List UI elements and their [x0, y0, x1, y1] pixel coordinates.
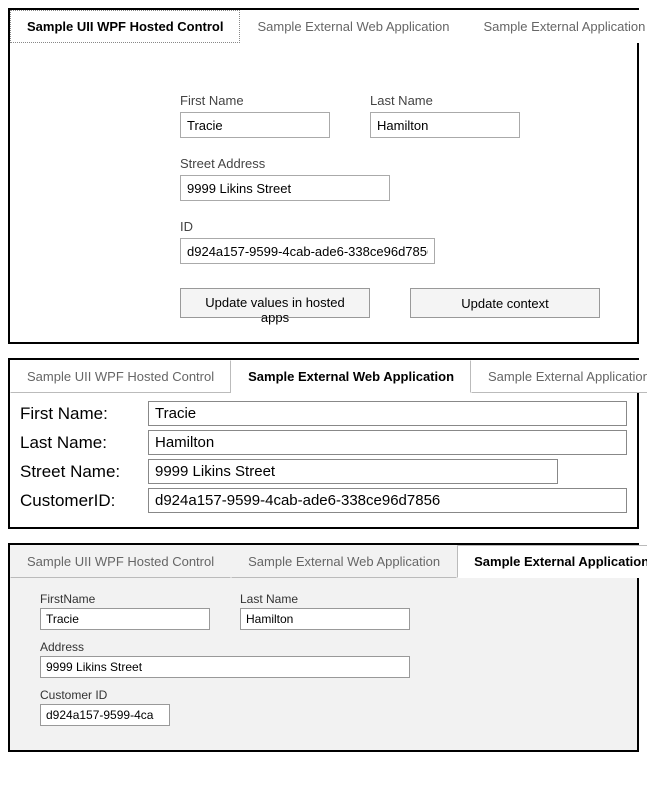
tab-wpf[interactable]: Sample UII WPF Hosted Control: [10, 10, 240, 43]
tab-bar: Sample UII WPF Hosted Control Sample Ext…: [10, 10, 637, 43]
tab-wpf[interactable]: Sample UII WPF Hosted Control: [10, 360, 231, 393]
panel-external-application: Sample UII WPF Hosted Control Sample Ext…: [8, 543, 639, 752]
street-address-label: Street Address: [180, 156, 390, 171]
panel-wpf-hosted-control: Sample UII WPF Hosted Control Sample Ext…: [8, 8, 639, 344]
tab-bar: Sample UII WPF Hosted Control Sample Ext…: [10, 545, 637, 578]
first-name-label: FirstName: [40, 592, 210, 606]
street-address-input[interactable]: [180, 175, 390, 201]
panel2-body: First Name: Last Name: Street Name: Cust…: [10, 393, 637, 527]
update-context-button[interactable]: Update context: [410, 288, 600, 318]
tab-ext[interactable]: Sample External Application: [457, 545, 647, 578]
address-label: Address: [40, 640, 410, 654]
customer-id-label: Customer ID: [40, 688, 170, 702]
tab-wpf[interactable]: Sample UII WPF Hosted Control: [10, 545, 231, 578]
tab-ext[interactable]: Sample External Application: [471, 360, 647, 393]
tab-bar: Sample UII WPF Hosted Control Sample Ext…: [10, 360, 637, 393]
tab-web[interactable]: Sample External Web Application: [231, 545, 457, 578]
first-name-input[interactable]: [148, 401, 627, 426]
last-name-label: Last Name: [370, 93, 520, 108]
tab-web[interactable]: Sample External Web Application: [240, 10, 466, 43]
id-label: ID: [180, 219, 435, 234]
address-input[interactable]: [40, 656, 410, 678]
panel1-body: First Name Last Name Street Address ID U…: [10, 43, 637, 342]
customer-id-label: CustomerID:: [20, 491, 148, 511]
tab-ext[interactable]: Sample External Application: [466, 10, 647, 43]
tab-web[interactable]: Sample External Web Application: [231, 360, 471, 393]
street-name-input[interactable]: [148, 459, 558, 484]
first-name-label: First Name: [180, 93, 330, 108]
update-hosted-apps-button[interactable]: Update values in hosted apps: [180, 288, 370, 318]
id-input[interactable]: [180, 238, 435, 264]
last-name-input[interactable]: [370, 112, 520, 138]
customer-id-input[interactable]: [40, 704, 170, 726]
customer-id-input[interactable]: [148, 488, 627, 513]
last-name-label: Last Name:: [20, 433, 148, 453]
first-name-input[interactable]: [180, 112, 330, 138]
street-name-label: Street Name:: [20, 462, 148, 482]
panel3-body: FirstName Last Name Address Customer ID: [10, 578, 637, 750]
last-name-input[interactable]: [240, 608, 410, 630]
panel-external-web-app: Sample UII WPF Hosted Control Sample Ext…: [8, 358, 639, 529]
first-name-label: First Name:: [20, 404, 148, 424]
last-name-input[interactable]: [148, 430, 627, 455]
first-name-input[interactable]: [40, 608, 210, 630]
last-name-label: Last Name: [240, 592, 410, 606]
